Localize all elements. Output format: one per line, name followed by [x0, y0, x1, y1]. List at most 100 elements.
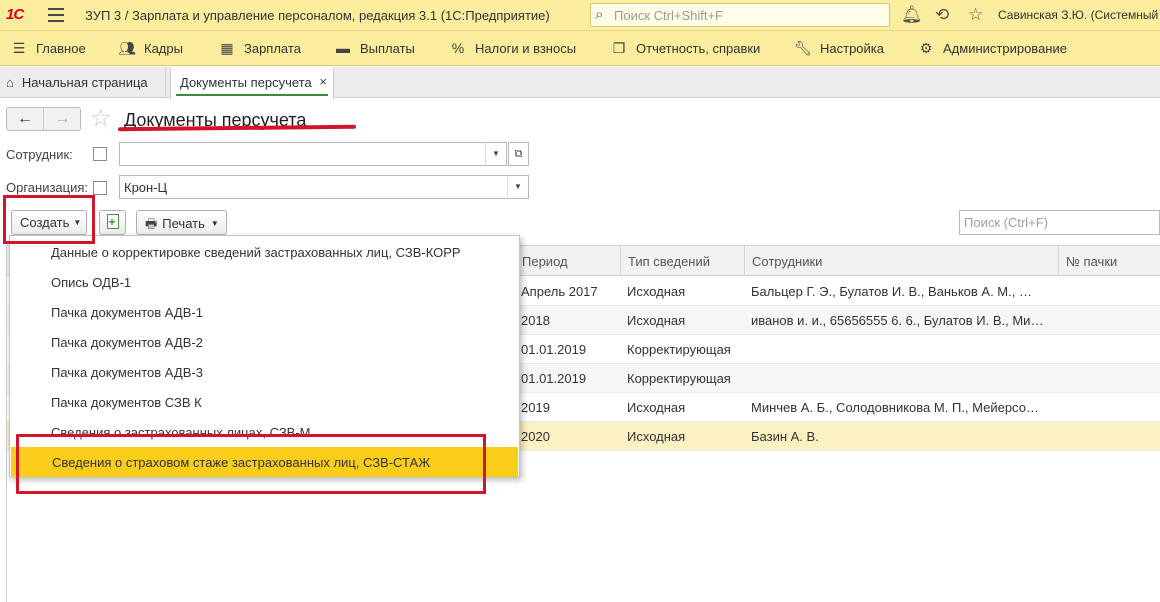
cell-period: 01.01.2019 — [521, 342, 587, 357]
add-document-button[interactable]: + — [99, 210, 126, 235]
menu-item-adv-1[interactable]: Пачка документов АДВ-1 — [10, 297, 519, 327]
cell-type: Корректирующая — [627, 371, 731, 386]
column-header-pack[interactable]: № пачки — [1058, 246, 1160, 276]
active-tab-indicator — [176, 94, 328, 96]
global-search-placeholder: Поиск Ctrl+Shift+F — [614, 8, 723, 23]
cell-pack — [1058, 393, 1160, 422]
cell-pack — [1058, 277, 1160, 306]
column-header-period[interactable]: Период — [514, 246, 620, 276]
section-taxes[interactable]: % Налоги и взносы — [449, 40, 576, 56]
app-logo: 1С — [6, 6, 24, 23]
employee-field[interactable]: ▼ — [119, 142, 507, 166]
current-user[interactable]: Савинская З.Ю. (Системный пр — [998, 8, 1160, 22]
global-search-input[interactable]: ⌕ Поиск Ctrl+Shift+F — [590, 3, 890, 27]
people-icon: 👥︎ — [118, 40, 136, 56]
percent-icon: % — [451, 40, 465, 56]
cell-period: 2020 — [521, 429, 550, 444]
section-main[interactable]: ☰ Главное — [10, 40, 86, 57]
employee-filter-checkbox[interactable] — [93, 147, 107, 161]
chevron-down-icon[interactable]: ▼ — [507, 176, 528, 198]
cell-type: Корректирующая — [627, 342, 731, 357]
printer-icon: 🖶 — [145, 216, 158, 231]
navigation-buttons: ← → — [6, 107, 81, 131]
section-label: Зарплата — [244, 41, 301, 56]
app-title: ЗУП 3 / Зарплата и управление персоналом… — [85, 8, 550, 23]
title-bar: 1С ЗУП 3 / Зарплата и управление персона… — [0, 0, 1160, 31]
gear-icon: ⚙ — [919, 40, 933, 56]
section-admin[interactable]: ⚙ Администрирование — [917, 40, 1067, 57]
cell-type: Исходная — [627, 429, 686, 444]
search-icon: ⌕ — [595, 6, 604, 23]
cell-pack — [1058, 306, 1160, 335]
menu-icon: ☰ — [12, 40, 26, 56]
wrench-icon: 🔧︎ — [794, 40, 812, 56]
organization-field[interactable]: Крон-Ц ▼ — [119, 175, 529, 199]
back-button[interactable]: ← — [7, 108, 44, 130]
tab-label: Документы персучета — [180, 75, 312, 90]
history-icon[interactable]: ⟲ — [935, 5, 949, 25]
annotation-box-szv-stazh — [16, 434, 486, 494]
print-button[interactable]: 🖶 Печать ▼ — [136, 210, 227, 235]
reports-icon: ❐ — [612, 40, 626, 56]
calculator-icon: ▦ — [220, 40, 234, 56]
annotation-box-create — [3, 195, 95, 244]
cell-type: Исходная — [627, 284, 686, 299]
home-icon: ⌂ — [6, 75, 14, 90]
cell-employees — [744, 364, 1058, 393]
cell-employees — [744, 335, 1058, 364]
add-to-favorites-icon[interactable]: ☆ — [90, 104, 112, 133]
cell-period: 2018 — [521, 313, 550, 328]
tabs-bar: ⌂ Начальная страница Документы персучета … — [0, 67, 1160, 99]
tab-home[interactable]: ⌂ Начальная страница — [0, 67, 166, 98]
section-label: Отчетность, справки — [636, 41, 761, 56]
section-reports[interactable]: ❐ Отчетность, справки — [610, 40, 761, 57]
section-label: Выплаты — [360, 41, 415, 56]
section-label: Администрирование — [943, 41, 1067, 56]
column-header-employees[interactable]: Сотрудники — [744, 246, 1058, 276]
section-label: Налоги и взносы — [475, 41, 577, 56]
list-search-input[interactable]: Поиск (Ctrl+F) — [959, 210, 1160, 235]
bell-icon[interactable]: 🔔︎ — [901, 5, 923, 25]
section-label: Главное — [36, 41, 86, 56]
section-label: Настройка — [820, 41, 884, 56]
close-icon[interactable]: × — [319, 74, 327, 89]
cell-period: 01.01.2019 — [521, 371, 587, 386]
cell-pack — [1058, 335, 1160, 364]
menu-item-szv-k[interactable]: Пачка документов СЗВ К — [10, 387, 519, 417]
organization-filter-label: Организация: — [6, 180, 89, 195]
menu-item-adv-3[interactable]: Пачка документов АДВ-3 — [10, 357, 519, 387]
section-hr[interactable]: 👥︎ Кадры — [118, 40, 183, 57]
section-panel: ☰ Главное 👥︎ Кадры ▦ Зарплата ▬ Выплаты % Нал… — [0, 31, 1160, 66]
section-settings[interactable]: 🔧︎ Настройка — [794, 40, 884, 57]
section-payments[interactable]: ▬ Выплаты — [334, 40, 415, 56]
cell-employees: иванов и. и., 65656555 6. 6., Булатов И.… — [751, 313, 1044, 328]
column-header-type[interactable]: Тип сведений — [620, 246, 744, 276]
organization-filter-checkbox[interactable] — [93, 181, 107, 195]
menu-item-adv-2[interactable]: Пачка документов АДВ-2 — [10, 327, 519, 357]
add-document-icon: + — [106, 214, 119, 229]
cell-employees: Бальцер Г. Э., Булатов И. В., Ваньков А.… — [751, 284, 1032, 299]
list-search-placeholder: Поиск (Ctrl+F) — [964, 215, 1049, 230]
organization-value: Крон-Ц — [124, 180, 168, 195]
employee-filter-label: Сотрудник: — [6, 147, 73, 162]
cell-period: Апрель 2017 — [521, 284, 598, 299]
cell-type: Исходная — [627, 400, 686, 415]
print-button-label: Печать — [162, 216, 205, 231]
favorites-star-icon[interactable]: ☆ — [968, 5, 983, 25]
cell-pack — [1058, 364, 1160, 393]
cell-employees: Базин А. В. — [751, 429, 819, 444]
tab-personal-accounting-docs[interactable]: Документы персучета × — [170, 67, 334, 99]
cell-pack — [1058, 422, 1160, 451]
chevron-down-icon: ▼ — [210, 219, 219, 228]
cell-period: 2019 — [521, 400, 550, 415]
main-menu-icon[interactable] — [48, 8, 64, 22]
menu-item-odv-1[interactable]: Опись ОДВ-1 — [10, 267, 519, 297]
cell-employees: Минчев А. Б., Солодовникова М. П., Мейер… — [751, 400, 1039, 415]
section-salary[interactable]: ▦ Зарплата — [218, 40, 301, 57]
open-icon[interactable]: ⧉ — [508, 142, 529, 166]
tab-label: Начальная страница — [21, 75, 148, 90]
wallet-icon: ▬ — [336, 40, 350, 56]
forward-button[interactable]: → — [44, 108, 81, 130]
cell-type: Исходная — [627, 313, 686, 328]
chevron-down-icon[interactable]: ▼ — [485, 143, 506, 165]
